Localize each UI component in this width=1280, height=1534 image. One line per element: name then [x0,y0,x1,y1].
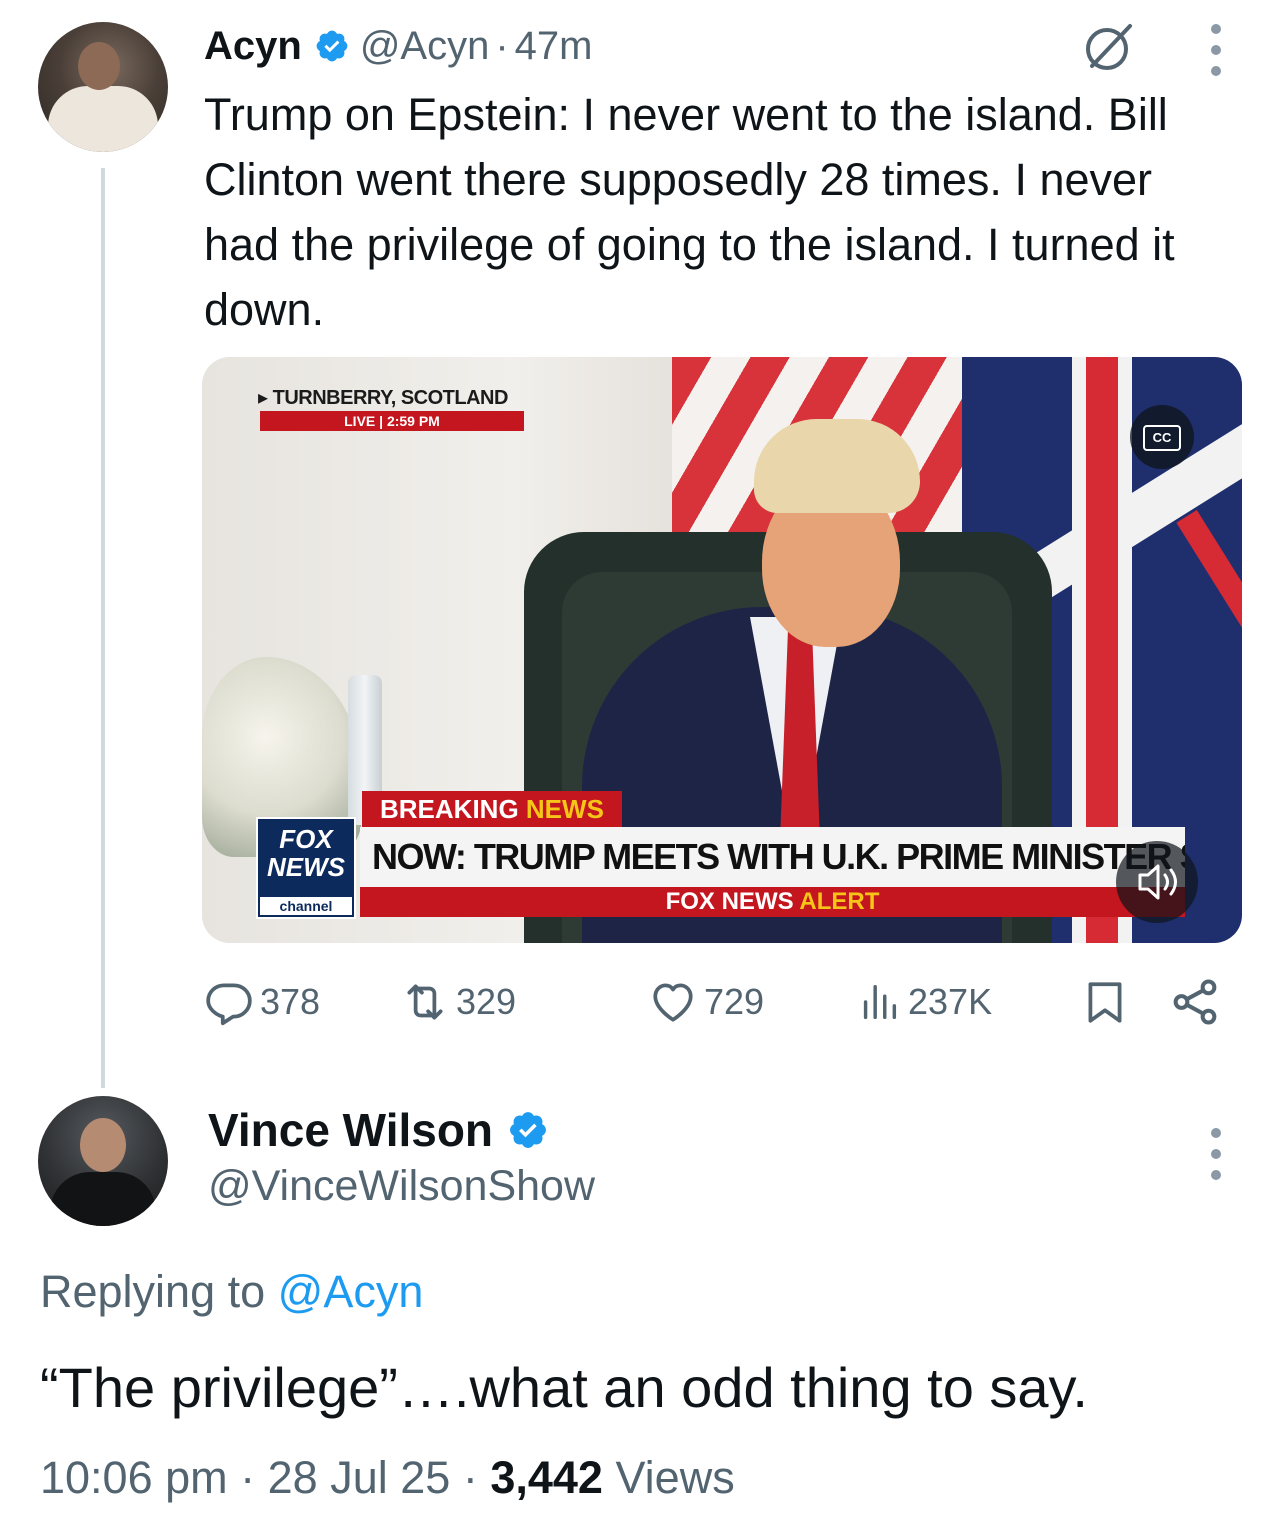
verified-icon [316,30,348,62]
tweet-text: Trump on Epstein: I never went to the is… [204,89,1175,335]
author-name[interactable]: Acyn [204,24,302,69]
author-handle[interactable]: @Acyn [360,24,490,69]
tweet-age[interactable]: 47m [515,24,593,69]
avatar-vince-wilson[interactable] [38,1096,168,1226]
reply-icon [206,983,252,1026]
views-button[interactable]: 237K [856,970,992,1034]
grok-icon[interactable] [1080,18,1138,76]
live-time-bar: LIVE | 2:59 PM [260,411,524,431]
avatar-head [80,1118,126,1172]
header-separator: · [495,23,509,68]
meta-separator: · [240,1452,256,1503]
share-icon [1173,979,1217,1025]
reply-button[interactable]: 378 [204,970,320,1034]
avatar-body [50,1172,156,1226]
repost-count: 329 [456,981,517,1022]
views-label: Views [615,1452,735,1503]
tweet-actions: 378 329 729 237K [204,970,1234,1034]
mute-button[interactable] [1116,841,1198,923]
headline-banner: NOW: TRUMP MEETS WITH U.K. PRIME MINISTE… [360,827,1185,887]
views-icon [863,984,897,1020]
location-text: TURNBERRY, SCOTLAND [272,387,509,409]
repost-button[interactable]: 329 [400,970,516,1034]
fox-news-logo: FOX NEWS channel [256,817,356,919]
tweet-header: Acyn @Acyn · 47m [204,18,592,74]
like-count: 729 [704,981,765,1022]
location-bug: ▸ TURNBERRY, SCOTLAND LIVE | 2:59 PM [258,385,524,431]
share-button[interactable] [1168,970,1228,1034]
avatar-head [78,42,120,90]
alert-bar: FOX NEWS ALERT [360,887,1185,917]
replying-to: Replying to @Acyn [40,1262,423,1322]
cc-button[interactable]: CC [1130,405,1194,469]
more-icon[interactable] [1210,24,1222,76]
bookmark-button[interactable] [1080,970,1136,1034]
avatar-body [48,86,158,152]
avatar-acyn[interactable] [38,22,168,152]
reply-author-name[interactable]: Vince Wilson [208,1103,493,1157]
like-icon [653,983,693,1022]
tweet-date[interactable]: 28 Jul 25 [268,1452,451,1503]
views-count: 237K [908,981,993,1022]
repost-icon [407,984,443,1020]
mute-icon [1138,864,1177,900]
speaker-hair [754,419,920,513]
verified-icon [510,1112,546,1148]
cc-icon: CC [1143,425,1181,451]
bookmark-icon [1088,982,1122,1023]
breaking-news-tag: BREAKING NEWS [362,791,622,827]
reply-count: 378 [260,981,321,1022]
like-button[interactable]: 729 [648,970,764,1034]
replying-prefix: Replying to [40,1266,266,1317]
reply-text: “The privilege”….what an odd thing to sa… [40,1356,1088,1419]
video-player[interactable]: ▸ TURNBERRY, SCOTLAND LIVE | 2:59 PM CC … [202,357,1242,943]
reply-author-row: Vince Wilson [208,1098,559,1162]
reply-author-handle[interactable]: @VinceWilsonShow [208,1158,595,1214]
meta-separator: · [462,1452,478,1503]
tweet-meta: 10:06 pm · 28 Jul 25 · 3,442 Views [40,1448,735,1508]
replying-mention-link[interactable]: @Acyn [278,1266,424,1317]
thread-connector-line [101,168,105,1088]
tweet-time[interactable]: 10:06 pm [40,1452,228,1503]
views-count[interactable]: 3,442 [490,1452,603,1503]
more-icon[interactable] [1210,1128,1222,1180]
